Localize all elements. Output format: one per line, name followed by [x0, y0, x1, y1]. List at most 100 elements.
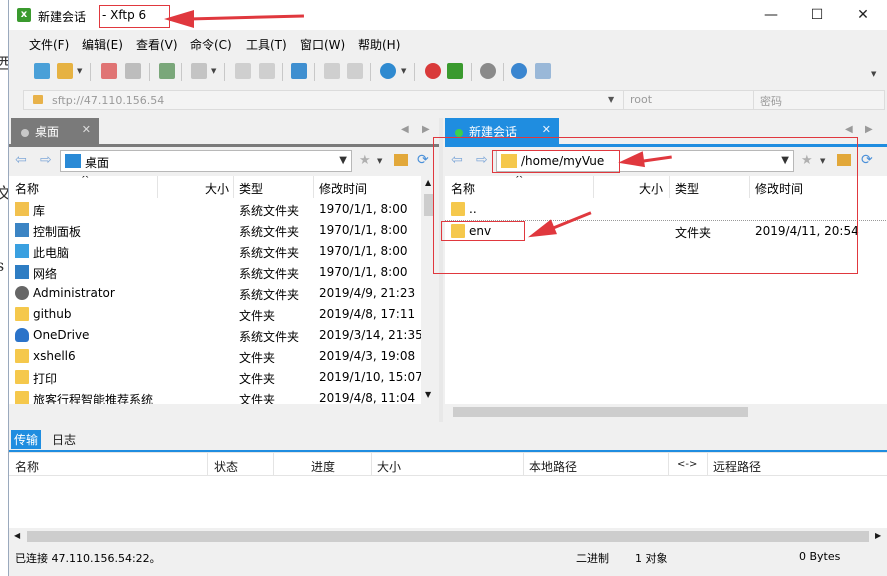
globe-dropdown-icon[interactable]: ▼: [401, 67, 406, 75]
address-bar[interactable]: sftp://47.110.156.54 ▼ root 密码: [23, 90, 885, 110]
transfer-col-direction[interactable]: <->: [677, 459, 697, 470]
scroll-thumb[interactable]: [453, 407, 748, 417]
column-separator[interactable]: [233, 176, 234, 198]
download-icon[interactable]: [259, 63, 275, 79]
column-separator[interactable]: [157, 176, 158, 198]
list-item[interactable]: xshell6 文件夹 2019/4/3, 19:08: [9, 346, 437, 367]
column-separator[interactable]: [273, 453, 274, 475]
open-folder-icon[interactable]: [57, 63, 73, 79]
transfer-horizontal-scrollbar[interactable]: ◀ ▶: [9, 528, 887, 545]
bookmark-dropdown-icon[interactable]: ▼: [377, 157, 382, 165]
forward-arrow-icon[interactable]: ⇨: [40, 153, 54, 167]
annotation-box-remote-path: [492, 150, 620, 173]
transfer-col-progress[interactable]: 进度: [311, 458, 335, 475]
list-item[interactable]: 库 系统文件夹 1970/1/1, 8:00: [9, 199, 437, 220]
disconnect-icon[interactable]: [101, 63, 117, 79]
menu-edit[interactable]: 编辑(E): [82, 36, 123, 53]
status-bar: 已连接 47.110.156.54:22。 二进制 1 对象 0 Bytes: [9, 547, 887, 567]
tab-next-icon[interactable]: ▶: [865, 124, 873, 135]
transfer-col-status[interactable]: 状态: [214, 458, 238, 475]
path-dropdown-icon[interactable]: ▼: [339, 155, 347, 166]
tab-prev-icon[interactable]: ◀: [401, 124, 409, 135]
menu-window[interactable]: 窗口(W): [300, 36, 345, 53]
username-field[interactable]: root: [623, 91, 753, 109]
help-icon[interactable]: [511, 63, 527, 79]
close-button[interactable]: ✕: [843, 3, 883, 27]
column-separator[interactable]: [668, 453, 669, 475]
column-separator[interactable]: [707, 453, 708, 475]
xshell-icon[interactable]: [425, 63, 441, 79]
col-modified[interactable]: 修改时间: [319, 180, 367, 197]
column-separator[interactable]: [313, 176, 314, 198]
password-field[interactable]: 密码: [753, 91, 884, 109]
gear-icon[interactable]: [480, 63, 496, 79]
scroll-right-icon[interactable]: ▶: [875, 531, 881, 540]
copy-icon[interactable]: [324, 63, 340, 79]
transfer-col-remote-path[interactable]: 远程路径: [713, 458, 761, 475]
scroll-up-icon[interactable]: ▲: [425, 178, 431, 187]
scroll-thumb[interactable]: [27, 531, 869, 542]
left-path-box[interactable]: 桌面 ▼: [60, 150, 352, 172]
connected-dot-icon: [455, 128, 463, 137]
refresh-icon[interactable]: ⟳: [861, 152, 873, 168]
transfer-icon[interactable]: [191, 63, 207, 79]
column-separator[interactable]: [371, 453, 372, 475]
list-item[interactable]: 打印 文件夹 2019/1/10, 15:07: [9, 367, 437, 388]
list-item[interactable]: OneDrive 系统文件夹 2019/3/14, 21:35: [9, 325, 437, 346]
address-url[interactable]: sftp://47.110.156.54: [52, 94, 164, 107]
transfer-col-name[interactable]: 名称: [15, 458, 39, 475]
bookmark-star-icon[interactable]: ★: [359, 153, 371, 168]
sync-arrows-icon[interactable]: [291, 63, 307, 79]
left-horizontal-scrollbar[interactable]: [9, 404, 437, 420]
address-dropdown-icon[interactable]: ▼: [608, 95, 614, 104]
transfer-col-local-path[interactable]: 本地路径: [529, 458, 577, 475]
scroll-left-icon[interactable]: ◀: [14, 531, 20, 540]
upload-icon[interactable]: [235, 63, 251, 79]
close-tab-icon[interactable]: ✕: [542, 123, 551, 136]
menu-help[interactable]: 帮助(H): [358, 36, 400, 53]
paste-icon[interactable]: [347, 63, 363, 79]
col-name[interactable]: 名称: [15, 180, 39, 197]
list-item[interactable]: Administrator 系统文件夹 2019/4/9, 21:23: [9, 283, 437, 304]
file-modified: 1970/1/1, 8:00: [319, 265, 408, 279]
toolbar-separator: [149, 63, 150, 81]
folder-icon: [15, 370, 29, 384]
col-type[interactable]: 类型: [239, 180, 263, 197]
tab-transfer[interactable]: 传输: [11, 430, 42, 449]
new-window-icon[interactable]: [159, 63, 175, 79]
column-separator[interactable]: [207, 453, 208, 475]
new-session-icon[interactable]: [34, 63, 50, 79]
list-item[interactable]: github 文件夹 2019/4/8, 17:11: [9, 304, 437, 325]
menu-file[interactable]: 文件(F): [29, 36, 69, 53]
tab-log[interactable]: 日志: [52, 431, 76, 448]
back-arrow-icon[interactable]: ⇦: [15, 153, 29, 167]
xftp-icon[interactable]: [447, 63, 463, 79]
menu-command[interactable]: 命令(C): [190, 36, 232, 53]
refresh-icon[interactable]: ⟳: [417, 152, 429, 168]
close-tab-icon[interactable]: ✕: [82, 123, 91, 136]
transfer-dropdown-icon[interactable]: ▼: [211, 67, 216, 75]
tab-prev-icon[interactable]: ◀: [845, 124, 853, 135]
file-type: 系统文件夹: [239, 246, 300, 260]
reconnect-icon[interactable]: [125, 63, 141, 79]
list-item[interactable]: 控制面板 系统文件夹 1970/1/1, 8:00: [9, 220, 437, 241]
chat-icon[interactable]: [535, 63, 551, 79]
tab-desktop[interactable]: 桌面 ✕: [11, 118, 99, 144]
list-item[interactable]: 网络 系统文件夹 1970/1/1, 8:00: [9, 262, 437, 283]
scroll-down-icon[interactable]: ▼: [425, 390, 431, 399]
globe-icon[interactable]: [380, 63, 396, 79]
column-separator[interactable]: [523, 453, 524, 475]
maximize-button[interactable]: ☐: [797, 3, 837, 27]
menu-tools[interactable]: 工具(T): [246, 36, 287, 53]
tab-next-icon[interactable]: ▶: [422, 124, 430, 135]
menu-view[interactable]: 查看(V): [136, 36, 178, 53]
right-horizontal-scrollbar[interactable]: [445, 404, 887, 420]
toolbar-overflow-icon[interactable]: ▼: [871, 70, 876, 78]
col-size[interactable]: 大小: [205, 180, 229, 197]
minimize-button[interactable]: —: [751, 3, 791, 27]
list-item[interactable]: 旅客行程智能推荐系统 文件夹 2019/4/8, 11:04: [9, 388, 437, 404]
open-dropdown-icon[interactable]: ▼: [77, 67, 82, 75]
list-item[interactable]: 此电脑 系统文件夹 1970/1/1, 8:00: [9, 241, 437, 262]
home-icon[interactable]: [394, 154, 408, 166]
transfer-col-size[interactable]: 大小: [377, 458, 401, 475]
